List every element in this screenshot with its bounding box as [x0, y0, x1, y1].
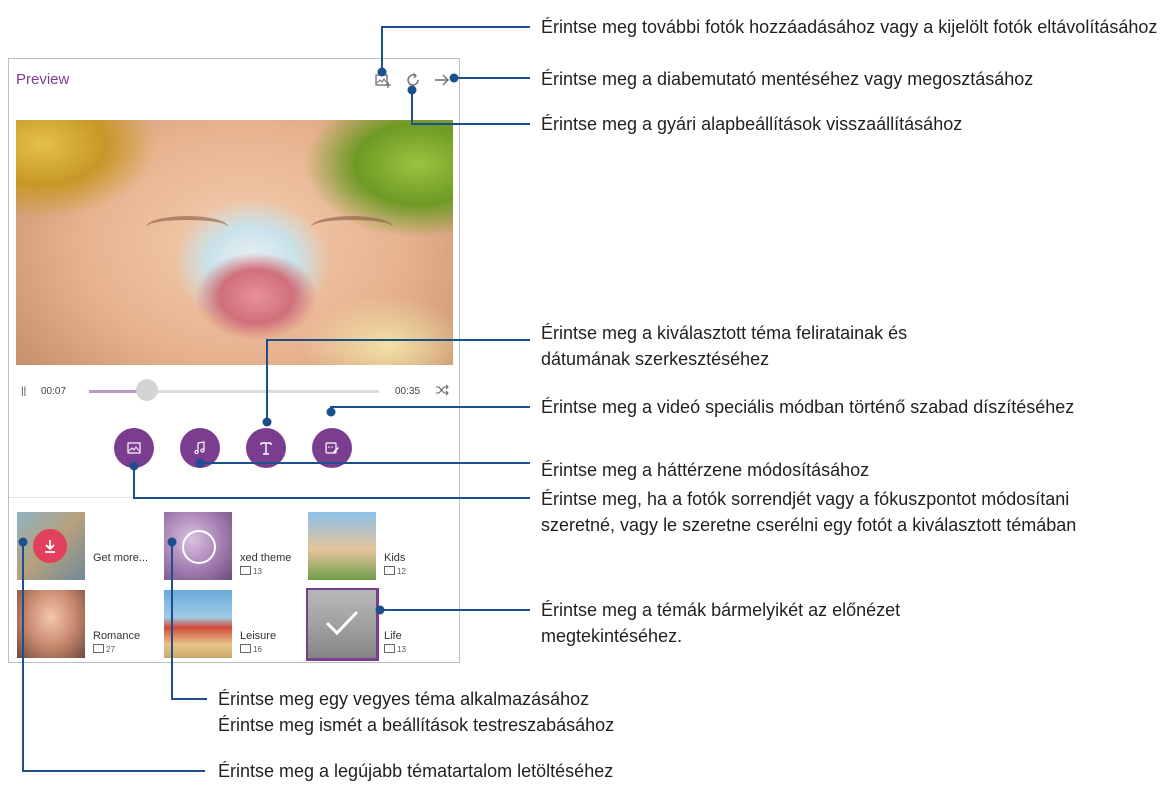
theme-name: Romance — [93, 630, 141, 642]
theme-count: 13 — [384, 644, 406, 654]
callout-add-photos: Érintse meg további fotók hozzáadásához … — [541, 17, 1158, 37]
reset-icon[interactable] — [404, 71, 422, 89]
phone-screen: Preview || 00:07 00:35 Get more... xed t… — [8, 58, 460, 663]
theme-name: Kids — [384, 552, 406, 564]
callout-reset: Érintse meg a gyári alapbeállítások viss… — [541, 114, 963, 134]
callout-decorate: Érintse meg a videó speciális módban tör… — [541, 397, 1075, 417]
theme-count: 16 — [240, 644, 262, 654]
preview-eye-right — [311, 216, 393, 238]
text-edit-button[interactable] — [246, 428, 286, 468]
theme-name: Leisure — [240, 630, 277, 642]
image-icon — [127, 442, 141, 454]
theme-tile-kids[interactable]: Kids 12 — [308, 512, 448, 582]
theme-name: Get more... — [93, 552, 149, 564]
arrow-right-icon[interactable] — [433, 71, 451, 89]
callout-music: Érintse meg a háttérzene módosításához — [541, 460, 870, 480]
theme-tile-life[interactable]: Life 13 — [308, 590, 448, 660]
theme-count: 13 — [240, 566, 262, 576]
theme-tile-romance[interactable]: Romance 27 — [17, 590, 157, 660]
theme-count: 27 — [93, 644, 115, 654]
photo-count-icon — [240, 566, 251, 575]
add-photo-icon[interactable] — [374, 71, 392, 89]
theme-thumbnail — [308, 512, 376, 580]
music-note-icon — [194, 441, 205, 455]
callout-mixed-theme-1: Érintse meg egy vegyes téma alkalmazásáh… — [218, 689, 590, 709]
callout-photo-order: Érintse meg, ha a fotók sorrendjét vagy … — [541, 489, 1077, 535]
app-title: Preview — [16, 71, 70, 88]
theme-tile-leisure[interactable]: Leisure 16 — [164, 590, 304, 660]
music-button[interactable] — [180, 428, 220, 468]
sticker-edit-icon — [325, 442, 339, 454]
theme-tile-get-more[interactable]: Get more... — [17, 512, 157, 582]
theme-thumbnail — [308, 590, 376, 658]
theme-thumbnail — [17, 590, 85, 658]
theme-thumbnail — [164, 590, 232, 658]
callout-mixed-theme-2: Érintse meg ismét a beállítások testresz… — [218, 715, 615, 735]
callout-download: Érintse meg a legújabb tématartalom letö… — [218, 761, 614, 781]
photo-count-icon — [240, 644, 251, 653]
current-time: 00:07 — [41, 386, 67, 397]
download-icon[interactable] — [33, 529, 67, 563]
decorate-button[interactable] — [312, 428, 352, 468]
callout-edit-captions: Érintse meg a kiválasztott téma felirata… — [541, 323, 908, 369]
image-edit-button[interactable] — [114, 428, 154, 468]
progress-track[interactable] — [89, 390, 379, 393]
total-time: 00:35 — [395, 386, 421, 397]
theme-name: xed theme — [240, 552, 292, 564]
preview-eye-left — [146, 216, 228, 238]
callout-save-share: Érintse meg a diabemutató mentéséhez vag… — [541, 69, 1034, 89]
progress-thumb[interactable] — [136, 379, 158, 401]
slideshow-preview-image[interactable] — [16, 120, 453, 365]
film-reel-icon — [182, 530, 216, 564]
theme-thumbnail — [17, 512, 85, 580]
theme-count: 12 — [384, 566, 406, 576]
theme-name: Life — [384, 630, 402, 642]
theme-tile-mixed[interactable]: xed theme 13 — [164, 512, 304, 582]
checkmark-icon — [325, 610, 359, 636]
photo-count-icon — [384, 644, 395, 653]
callout-preview-theme: Érintse meg a témák bármelyikét az előné… — [541, 600, 901, 646]
photo-count-icon — [384, 566, 395, 575]
photo-count-icon — [93, 644, 104, 653]
pause-icon[interactable]: || — [21, 386, 26, 397]
shuffle-icon[interactable] — [435, 384, 449, 399]
divider — [9, 497, 459, 498]
text-icon — [260, 442, 272, 455]
theme-thumbnail — [164, 512, 232, 580]
